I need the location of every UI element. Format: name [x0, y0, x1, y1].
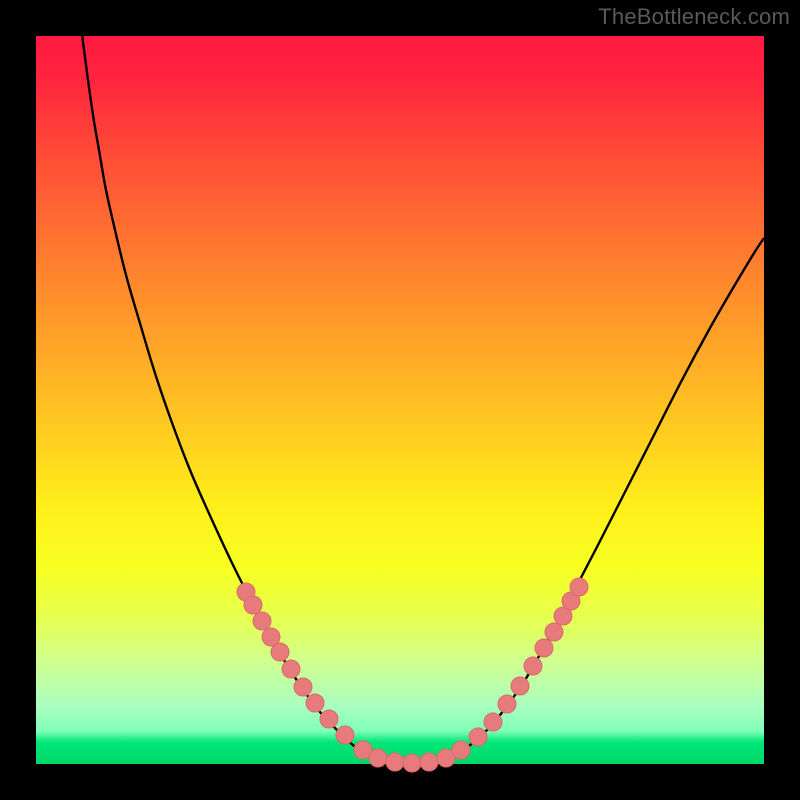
marker-right: [545, 623, 563, 641]
marker-left: [244, 596, 262, 614]
marker-left: [306, 694, 324, 712]
marker-left: [271, 643, 289, 661]
marker-valley: [386, 753, 404, 771]
marker-right: [498, 695, 516, 713]
marker-valley: [403, 754, 421, 772]
chart-frame: TheBottleneck.com: [0, 0, 800, 800]
marker-left: [282, 660, 300, 678]
marker-right: [524, 657, 542, 675]
plot-gradient-background: [36, 36, 764, 764]
bottleneck-chart: [0, 0, 800, 800]
marker-left: [253, 612, 271, 630]
marker-valley: [452, 741, 470, 759]
marker-valley: [369, 749, 387, 767]
marker-valley: [420, 753, 438, 771]
marker-right: [484, 713, 502, 731]
marker-right: [570, 578, 588, 596]
marker-right: [535, 639, 553, 657]
marker-left: [294, 678, 312, 696]
marker-left: [320, 710, 338, 728]
watermark-text: TheBottleneck.com: [598, 4, 790, 30]
marker-right: [511, 677, 529, 695]
marker-right: [469, 728, 487, 746]
marker-left: [336, 726, 354, 744]
